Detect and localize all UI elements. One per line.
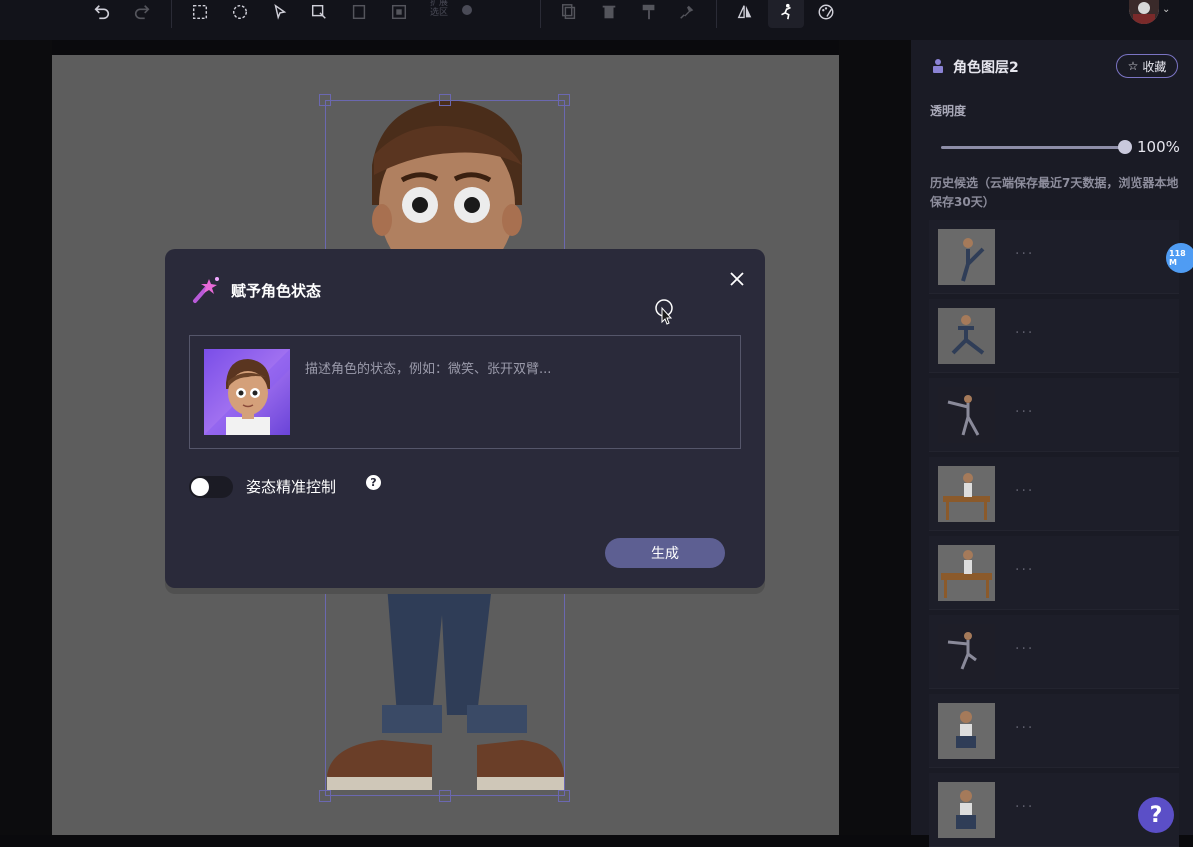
assign-state-dialog: 赋予角色状态 描述角色的状态，例如：微笑、张开双臂... 姿态精准控制 ? 生成 — [165, 249, 765, 588]
flip-icon[interactable] — [732, 0, 758, 24]
favorite-button[interactable]: ☆ 收藏 — [1116, 54, 1178, 78]
favorite-label: 收藏 — [1142, 59, 1167, 74]
mouse-cursor-icon — [655, 298, 675, 326]
redo-icon[interactable] — [129, 0, 155, 24]
opacity-label: 透明度 — [930, 104, 967, 118]
more-options-icon[interactable]: ··· — [1015, 562, 1034, 578]
opacity-slider[interactable] — [941, 146, 1125, 149]
resize-handle-tr[interactable] — [558, 94, 570, 106]
magic-wand-icon — [191, 275, 223, 305]
chevron-down-icon[interactable]: ⌄ — [1162, 4, 1170, 15]
prompt-input[interactable]: 描述角色的状态，例如：微笑、张开双臂... — [305, 358, 551, 377]
paint-roller-icon[interactable] — [636, 0, 662, 24]
character-thumbnail — [204, 349, 290, 435]
close-icon[interactable] — [727, 269, 747, 289]
history-item[interactable]: ··· — [929, 694, 1179, 768]
history-thumbnail — [938, 782, 995, 838]
pose-control-toggle[interactable] — [189, 476, 233, 498]
generate-button[interactable]: 生成 — [605, 538, 725, 568]
history-thumbnail — [938, 466, 995, 522]
expand-selection-label[interactable]: 扩展 选区 — [430, 0, 454, 18]
lasso-select-icon[interactable] — [227, 0, 253, 24]
history-thumbnail — [938, 545, 995, 601]
layer-panel: 角色图层2 ☆ 收藏 透明度 100% 历史候选（云端保存最近7天数据，浏览器本… — [911, 40, 1193, 847]
more-options-icon[interactable]: ··· — [1015, 246, 1034, 262]
rect-select-icon[interactable] — [187, 0, 213, 24]
history-thumbnail — [938, 229, 995, 285]
history-thumbnail — [938, 308, 995, 364]
layer-name: 角色图层2 — [953, 60, 1019, 76]
top-toolbar: 扩展 选区 ⌄ — [0, 0, 1193, 40]
undo-icon[interactable] — [89, 0, 115, 24]
palette-icon[interactable] — [813, 0, 839, 24]
history-thumbnail — [938, 387, 995, 443]
resize-handle-bl[interactable] — [319, 790, 331, 802]
pin-icon[interactable] — [674, 0, 700, 24]
smart-select-icon[interactable] — [267, 0, 293, 24]
star-icon: ☆ — [1127, 59, 1139, 73]
history-thumbnail — [938, 703, 995, 759]
prompt-area[interactable]: 描述角色的状态，例如：微笑、张开双臂... — [189, 335, 741, 449]
more-options-icon[interactable]: ··· — [1015, 325, 1034, 341]
history-item[interactable]: ··· — [929, 299, 1179, 373]
pose-control-label: 姿态精准控制 — [246, 478, 337, 496]
help-fab[interactable]: ? — [1138, 797, 1174, 833]
more-options-icon[interactable]: ··· — [1015, 404, 1034, 420]
copy-icon[interactable] — [556, 0, 582, 24]
user-avatar[interactable] — [1129, 0, 1159, 24]
more-options-icon[interactable]: ··· — [1015, 720, 1034, 736]
canvas-right-margin — [839, 40, 911, 835]
history-item[interactable]: ··· — [929, 536, 1179, 610]
more-options-icon[interactable]: ··· — [1015, 799, 1034, 815]
layer-person-icon — [930, 58, 946, 74]
more-options-icon[interactable]: ··· — [1015, 641, 1034, 657]
delete-icon[interactable] — [596, 0, 622, 24]
dialog-title: 赋予角色状态 — [231, 282, 322, 300]
pose-icon[interactable] — [773, 0, 799, 24]
resize-handle-tm[interactable] — [439, 94, 451, 106]
opacity-value: 100% — [1137, 138, 1180, 156]
help-icon[interactable]: ? — [366, 475, 381, 490]
history-item[interactable]: ··· — [929, 457, 1179, 531]
canvas-left-margin — [0, 40, 52, 835]
history-item[interactable]: ··· — [929, 615, 1179, 689]
crop-select-icon[interactable] — [386, 0, 412, 24]
history-item[interactable]: ··· — [929, 378, 1179, 452]
resize-handle-bm[interactable] — [439, 790, 451, 802]
resize-handle-br[interactable] — [558, 790, 570, 802]
toggle-knob — [191, 478, 209, 496]
opacity-slider-handle[interactable] — [1118, 140, 1132, 154]
memory-badge[interactable]: 118 M — [1166, 243, 1193, 273]
resize-handle-tl[interactable] — [319, 94, 331, 106]
more-options-icon[interactable]: ··· — [1015, 483, 1034, 499]
history-thumbnail — [938, 624, 995, 680]
history-item[interactable]: ··· — [929, 220, 1179, 294]
brush-select-icon[interactable] — [306, 0, 332, 24]
expand-toggle[interactable] — [462, 5, 472, 15]
history-label: 历史候选（云端保存最近7天数据，浏览器本地保存30天） — [930, 176, 1179, 209]
invert-select-icon[interactable] — [346, 0, 372, 24]
